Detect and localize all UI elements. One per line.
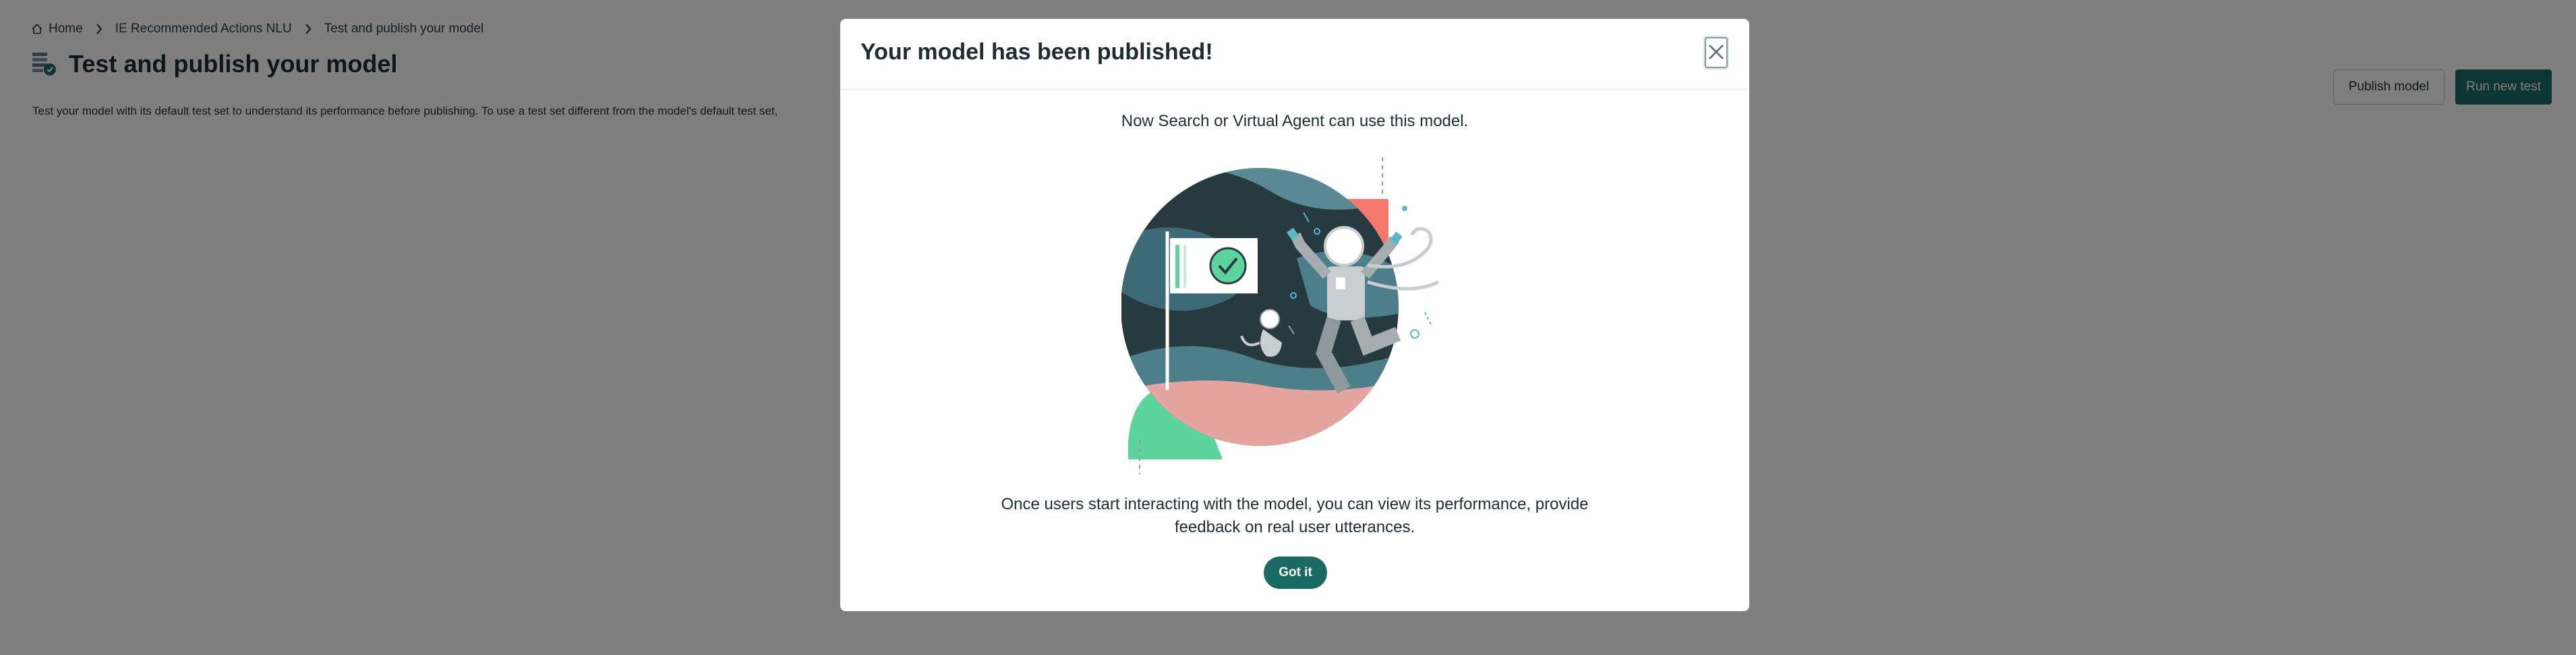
publish-success-dialog: Your model has been published! Now Searc… bbox=[840, 19, 1749, 611]
got-it-button[interactable]: Got it bbox=[1264, 557, 1327, 589]
close-icon bbox=[1707, 43, 1725, 63]
dialog-header: Your model has been published! bbox=[840, 19, 1749, 90]
dialog-subtitle: Now Search or Virtual Agent can use this… bbox=[1121, 112, 1469, 130]
dialog-body: Once users start interacting with the mo… bbox=[1001, 495, 1589, 536]
astronaut-illustration bbox=[1121, 157, 1459, 481]
dialog-title: Your model has been published! bbox=[860, 39, 1213, 65]
close-button[interactable] bbox=[1705, 37, 1728, 68]
